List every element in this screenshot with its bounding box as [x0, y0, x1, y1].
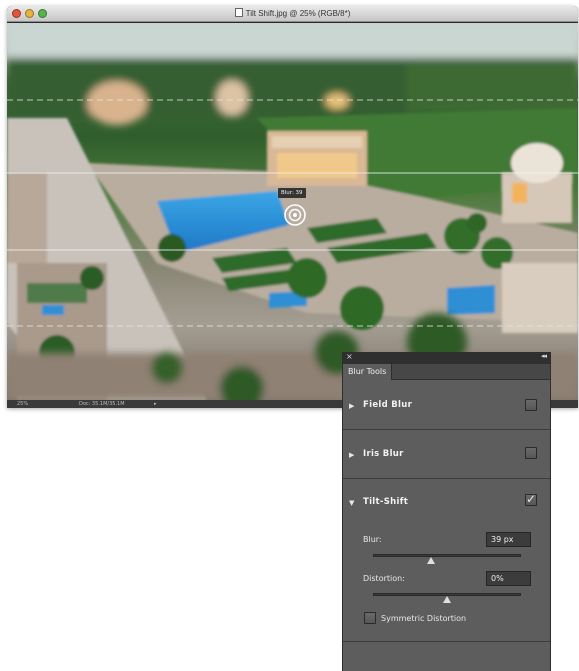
- doc-size-info[interactable]: Doc: 35.1M/35.1M: [79, 400, 125, 408]
- distortion-slider-thumb[interactable]: [443, 596, 451, 603]
- blur-value-field[interactable]: 39 px: [486, 532, 531, 547]
- document-icon: [234, 8, 243, 17]
- blur-slider-track[interactable]: [373, 554, 521, 557]
- collapsed-triangle-icon[interactable]: ▶: [349, 451, 354, 459]
- expanded-triangle-icon[interactable]: ▼: [349, 499, 354, 507]
- zoom-level[interactable]: 25%: [17, 400, 28, 408]
- symmetric-distortion-label[interactable]: Symmetric Distortion: [381, 614, 466, 623]
- tab-blur-tools[interactable]: Blur Tools: [343, 364, 393, 380]
- panel-tabbar: Blur Tools: [343, 364, 550, 380]
- blur-tools-panel: × ◂◂ Blur Tools ▶ Field Blur ▶ Iris Blur…: [342, 352, 551, 671]
- panel-header[interactable]: × ◂◂: [343, 352, 550, 364]
- tilt-shift-label[interactable]: Tilt-Shift: [363, 497, 408, 507]
- distortion-label: Distortion:: [363, 574, 405, 583]
- field-blur-label[interactable]: Field Blur: [363, 400, 412, 410]
- iris-blur-checkbox[interactable]: [525, 447, 537, 459]
- blur-label: Blur:: [363, 535, 382, 544]
- blur-slider-thumb[interactable]: [426, 557, 435, 564]
- image-canvas[interactable]: Blur: 39: [7, 23, 578, 400]
- collapsed-triangle-icon[interactable]: ▶: [349, 402, 354, 410]
- section-tilt-shift: ▼ Tilt-Shift ✓ Blur: 39 px Distortion: 0…: [343, 479, 550, 642]
- section-iris-blur: ▶ Iris Blur: [343, 430, 550, 479]
- section-field-blur: ▶ Field Blur: [343, 381, 550, 430]
- tilt-shift-checkbox[interactable]: ✓: [525, 492, 537, 506]
- window-titlebar[interactable]: Tilt Shift.jpg @ 25% (RGB/8*): [7, 6, 578, 22]
- blur-pin-icon: [284, 204, 306, 226]
- panel-close-icon[interactable]: ×: [346, 352, 353, 361]
- blur-pin[interactable]: [283, 203, 307, 227]
- blur-pin-label: Blur: 39: [278, 188, 306, 198]
- status-menu-arrow-icon[interactable]: ▸: [154, 400, 157, 408]
- symmetric-distortion-checkbox[interactable]: [364, 612, 376, 624]
- panel-collapse-icon[interactable]: ◂◂: [541, 352, 547, 360]
- checkmark-icon: ✓: [526, 492, 537, 506]
- iris-blur-label[interactable]: Iris Blur: [363, 449, 404, 459]
- field-blur-checkbox[interactable]: [525, 399, 537, 411]
- distortion-value-field[interactable]: 0%: [486, 571, 531, 586]
- document-window: Tilt Shift.jpg @ 25% (RGB/8*) Blur: 39 2…: [7, 6, 578, 408]
- window-title: Tilt Shift.jpg @ 25% (RGB/8*): [245, 9, 351, 18]
